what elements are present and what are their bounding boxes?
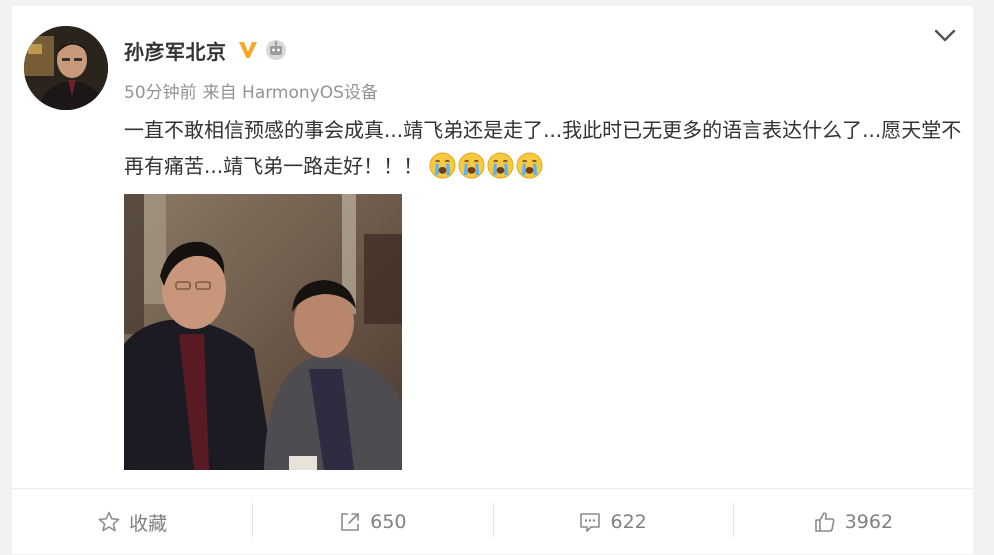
crying-emoji-icon [458, 152, 485, 179]
comment-button[interactable]: 622 [492, 489, 733, 555]
like-count: 3962 [844, 511, 894, 533]
post-meta: 50分钟前 来自 HarmonyOS设备 [124, 78, 378, 103]
post-photo [124, 194, 402, 470]
favorite-label: 收藏 [129, 512, 168, 535]
chevron-down-icon[interactable] [931, 24, 959, 48]
repost-icon [341, 513, 360, 531]
like-button[interactable]: 3962 [732, 489, 973, 555]
post-source: 来自 HarmonyOS设备 [202, 83, 378, 103]
favorite-button[interactable]: 收藏 [12, 489, 252, 555]
thumbs-up-icon [814, 512, 835, 532]
repost-count: 650 [370, 511, 407, 533]
star-icon [98, 511, 120, 532]
crying-emoji-icon [516, 152, 543, 179]
post-text: 一直不敢相信预感的事会成真...靖飞弟还是走了...我此时已无更多的语言表达什么… [124, 112, 964, 184]
post-action-bar: 收藏 650 622 3962 [12, 488, 973, 555]
weibo-post-card: 孙彦军北京 50分钟前 来自 HarmonyOS设备 一直不敢相信预感的事会成真.… [12, 6, 973, 554]
verified-v-icon[interactable] [237, 39, 259, 61]
crying-emoji-icon [429, 152, 456, 179]
avatar[interactable] [24, 26, 108, 110]
comment-count: 622 [610, 511, 647, 533]
robot-badge-icon[interactable] [265, 39, 287, 61]
user-name[interactable]: 孙彦军北京 [124, 36, 227, 65]
repost-button[interactable]: 650 [252, 489, 492, 555]
post-image[interactable] [124, 194, 402, 470]
comment-icon [580, 513, 601, 532]
crying-emoji-icon [487, 152, 514, 179]
avatar-photo [24, 26, 108, 110]
post-time[interactable]: 50分钟前 [124, 83, 197, 103]
post-header: 孙彦军北京 [124, 34, 287, 66]
